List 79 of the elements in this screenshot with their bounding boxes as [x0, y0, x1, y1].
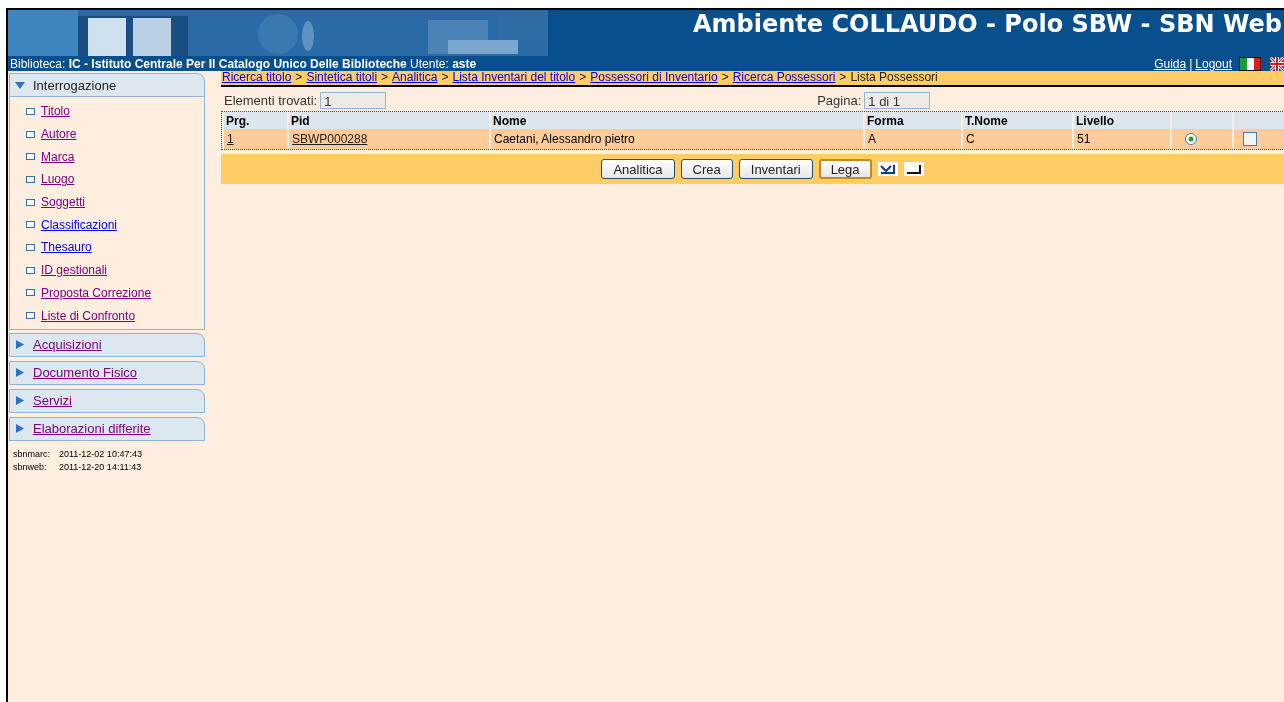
- action-button[interactable]: Inventari: [738, 159, 813, 179]
- menu-link[interactable]: Luogo: [41, 172, 75, 187]
- breadcrumb-separator: >: [839, 71, 847, 85]
- square-bullet-icon: [26, 175, 35, 183]
- breadcrumb-separator: >: [295, 71, 303, 85]
- column-header: Forma: [865, 112, 961, 129]
- square-bullet-icon: [26, 198, 35, 206]
- right-triangle-icon: [15, 340, 25, 350]
- square-bullet-icon: [26, 243, 35, 251]
- square-bullet-icon: [26, 312, 35, 320]
- menu-link[interactable]: Liste di Confronto: [41, 308, 136, 323]
- readonly-field: 1: [320, 91, 387, 109]
- menu-link[interactable]: Autore: [41, 127, 77, 142]
- server-name: sbnweb:: [13, 460, 48, 474]
- field-label: Elementi trovati:: [224, 92, 318, 108]
- menu-link[interactable]: ID gestionali: [41, 263, 108, 278]
- deselect-icon[interactable]: [903, 162, 924, 176]
- breadcrumb-current: Lista Possessori: [850, 71, 938, 85]
- server-timestamp: 2011-12-20 14:11:43: [59, 461, 142, 472]
- table-cell: C: [963, 129, 1072, 149]
- down-triangle-icon: [15, 80, 25, 90]
- square-bullet-icon: [26, 130, 35, 138]
- breadcrumb-separator: >: [381, 71, 389, 85]
- table-link[interactable]: SBWP000288: [292, 132, 368, 146]
- column-header: Pid: [289, 112, 489, 129]
- menu-section-link[interactable]: Acquisizioni: [33, 337, 102, 353]
- field-label: Pagina:: [817, 92, 862, 108]
- right-triangle-icon: [15, 368, 25, 378]
- menu-link[interactable]: Marca: [41, 149, 75, 164]
- library-info: Biblioteca: IC - Istituto Centrale Per Il Catalogo Unico Delle Biblioteche Utente: aste: [10, 57, 477, 71]
- column-header: Nome: [491, 112, 863, 129]
- server-timestamp: 2011-12-02 10:47:43: [59, 448, 142, 459]
- menu-section-link[interactable]: Interrogazione: [33, 77, 117, 93]
- action-button[interactable]: Lega: [818, 159, 872, 179]
- square-bullet-icon: [26, 107, 35, 115]
- breadcrumb-separator: >: [441, 71, 449, 85]
- breadcrumb-link[interactable]: Lista Inventari del titolo: [452, 71, 576, 85]
- breadcrumb-link[interactable]: Ricerca Possessori: [732, 71, 836, 85]
- right-triangle-icon: [15, 424, 25, 434]
- breadcrumb-link[interactable]: Sintetica titoli: [306, 71, 378, 85]
- breadcrumb-link[interactable]: Analitica: [392, 71, 438, 85]
- square-bullet-icon: [26, 266, 35, 274]
- column-header: T.Nome: [963, 112, 1072, 129]
- menu-section-link[interactable]: Elaborazioni differite: [33, 421, 151, 437]
- menu-link[interactable]: Classificazioni: [41, 217, 118, 232]
- breadcrumb-link[interactable]: Possessori di Inventario: [590, 71, 718, 85]
- radio-button[interactable]: [1185, 133, 1197, 145]
- breadcrumb-separator: >: [579, 71, 587, 85]
- select-all-icon[interactable]: [877, 162, 898, 176]
- table-cell: 51: [1074, 129, 1170, 149]
- action-button[interactable]: Analitica: [601, 159, 675, 179]
- breadcrumb-separator: >: [721, 71, 729, 85]
- separator: |: [1189, 57, 1193, 71]
- menu-link[interactable]: Thesauro: [41, 240, 92, 255]
- column-header: Livello: [1074, 112, 1170, 129]
- table-cell: Caetani, Alessandro pietro: [491, 129, 863, 149]
- menu-link[interactable]: Soggetti: [41, 195, 86, 210]
- column-header: [1234, 112, 1284, 129]
- header-link[interactable]: Guida: [1154, 57, 1187, 71]
- menu-section-link[interactable]: Documento Fisico: [33, 365, 138, 381]
- column-header: Prg.: [224, 112, 287, 129]
- square-bullet-icon: [26, 153, 35, 161]
- menu-section-link[interactable]: Servizi: [33, 393, 72, 409]
- right-triangle-icon: [15, 396, 25, 406]
- uk-flag-icon: [1270, 57, 1284, 71]
- table-link[interactable]: 1: [227, 132, 234, 146]
- action-button[interactable]: Crea: [680, 159, 733, 179]
- square-bullet-icon: [26, 289, 35, 297]
- server-name: sbnmarc:: [13, 447, 51, 461]
- column-header: [1172, 112, 1232, 129]
- table-cell: A: [865, 129, 961, 149]
- square-bullet-icon: [26, 221, 35, 229]
- readonly-field: 1 di 1: [864, 91, 931, 109]
- breadcrumb-link[interactable]: Ricerca titolo: [222, 71, 292, 85]
- page-title: Ambiente COLLAUDO - Polo SBW - SBN Web: [692, 10, 1282, 38]
- header-link[interactable]: Logout: [1195, 57, 1232, 71]
- menu-link[interactable]: Titolo: [41, 104, 70, 119]
- menu-link[interactable]: Proposta Correzione: [41, 285, 152, 300]
- checkbox[interactable]: [1243, 132, 1257, 146]
